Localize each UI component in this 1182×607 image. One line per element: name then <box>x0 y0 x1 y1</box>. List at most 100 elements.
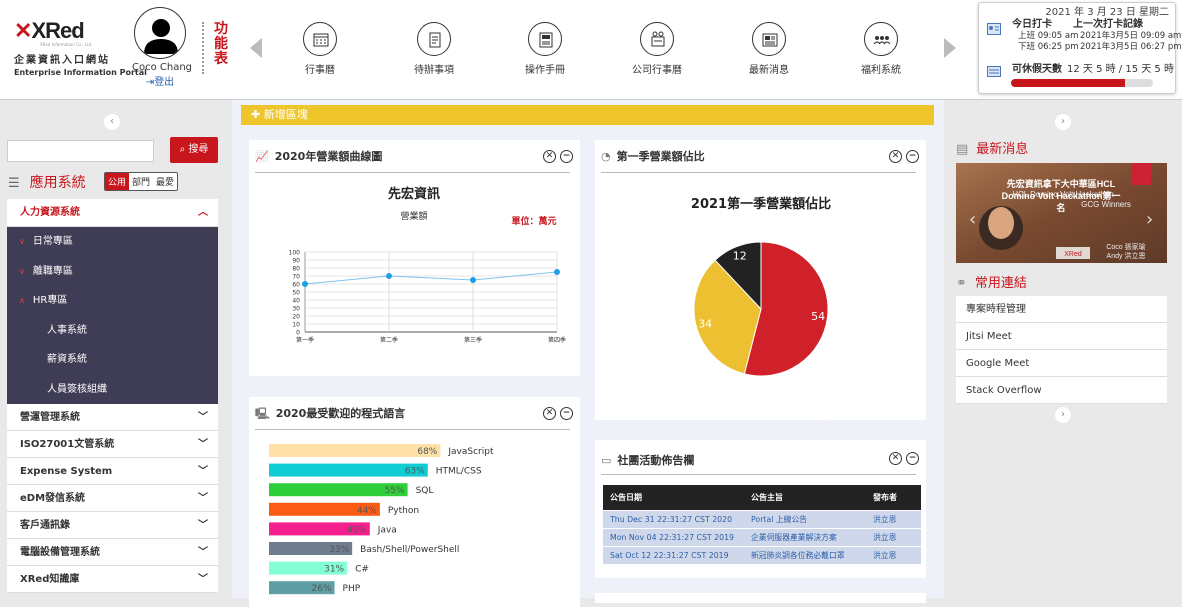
table-cell: Thu Dec 31 22:31:27 CST 2020 <box>610 515 733 524</box>
link-item[interactable]: 專案時程管理 <box>956 296 1167 323</box>
today-off-time: 下班 06:25 pm <box>1018 42 1079 52</box>
func-label: 操作手冊 <box>525 65 565 76</box>
today-punch-label: 今日打卡 <box>1012 19 1052 30</box>
pie-chart-panel: ◔第一季營業額佔比 ✕− 2021第一季營業額佔比543412單位：萬元Domi… <box>595 140 926 420</box>
nav-item[interactable]: 營運管理系統 ﹀ <box>7 404 218 431</box>
table-row[interactable]: Thu Dec 31 22:31:27 CST 2020 Portal 上線公告 洪… <box>603 511 921 528</box>
func-benefits[interactable]: 福利系統 <box>846 22 916 76</box>
close-icon[interactable]: ✕ <box>889 452 902 465</box>
nav-item[interactable]: 客戶通訊錄 ﹀ <box>7 512 218 539</box>
portal-title: 企業資訊入口網站 <box>14 55 110 66</box>
filter-favorite[interactable]: 最愛 <box>153 173 178 190</box>
minimize-icon[interactable]: − <box>906 150 919 163</box>
filter-public[interactable]: 公用 <box>105 173 130 190</box>
filter-department[interactable]: 部門 <box>129 173 154 190</box>
sidebar-collapse-button[interactable]: ‹ <box>104 114 120 130</box>
table-cell: Mon Nov 04 22:31:27 CST 2019 <box>610 533 734 542</box>
news-carousel[interactable]: HCL Domino Volt Hackathon GCG Winners XR… <box>956 163 1167 263</box>
data-point <box>386 273 392 279</box>
app-nav: 人力資源系統 ︿ ∨ 日常專區 ∨ 離職專區 ∧ HR專區 人事系統 薪資系統 人員簽核… <box>7 199 218 593</box>
y-tick-label: 30 <box>292 306 300 313</box>
apps-title: ☰ 應用系統 <box>8 175 86 191</box>
func-todo[interactable]: 待辦事項 <box>399 22 469 76</box>
func-prev-arrow[interactable] <box>250 38 262 58</box>
link-item[interactable]: Stack Overflow <box>956 377 1167 404</box>
svg-text:Andy 洪立恩: Andy 洪立恩 <box>1107 251 1146 260</box>
search-button[interactable]: ⌕ 搜尋 <box>170 137 218 163</box>
func-next-arrow[interactable] <box>944 38 956 58</box>
calendar-leave-icon <box>987 66 1001 77</box>
logo-mark: ✕XRed <box>14 18 85 43</box>
panel-controls: ✕ − <box>889 452 919 465</box>
nav-item-hr[interactable]: 人力資源系統 ︿ <box>7 199 218 227</box>
manual-icon <box>528 22 562 56</box>
link-item[interactable]: Google Meet <box>956 350 1167 377</box>
link-icon: ⚭ <box>956 276 967 291</box>
func-manual[interactable]: 操作手冊 <box>510 22 580 76</box>
link-item[interactable]: Jitsi Meet <box>956 323 1167 350</box>
chevron-down-icon: ﹀ <box>198 493 208 504</box>
nav-item[interactable]: 電腦設備管理系統 ﹀ <box>7 539 218 566</box>
user-box: Coco Chang ⇥登出 <box>132 7 192 88</box>
sub-item-approval-org[interactable]: 人員簽核組織 <box>7 375 218 405</box>
sub-item-leave[interactable]: ∨ 離職專區 <box>7 257 218 287</box>
sub-item-hr[interactable]: ∧ HR專區 <box>7 286 218 316</box>
svg-text:先宏資訊拿下大中華區HCL: 先宏資訊拿下大中華區HCL <box>1007 178 1116 189</box>
pie-chart-icon: ◔ <box>601 150 611 163</box>
plus-icon: ✚ <box>251 108 261 121</box>
nav-item[interactable]: eDM發信系統 ﹀ <box>7 485 218 512</box>
logo-small-text: XRed Information Co., Ltd. <box>40 42 93 47</box>
minimize-icon[interactable]: − <box>906 452 919 465</box>
add-block-button[interactable]: ✚ 新增區塊 <box>241 105 934 125</box>
search-input[interactable] <box>7 140 154 162</box>
y-tick-label: 90 <box>292 258 300 265</box>
table-cell: Portal 上線公告 <box>751 515 808 524</box>
bar <box>269 444 441 457</box>
main-content: ✚ 新增區塊 📈 2020年營業額曲線圖 ✕ − 先宏資訊 營業額 單位：萬元 0 10 20… <box>232 100 944 607</box>
minimize-icon[interactable]: − <box>560 150 573 163</box>
bar-category-label: HTML/CSS <box>436 467 482 477</box>
nav-item[interactable]: Expense System ﹀ <box>7 458 218 485</box>
slice-label: 54 <box>811 310 825 323</box>
right-collapse-button[interactable]: › <box>1055 114 1071 130</box>
sub-item-personnel[interactable]: 人事系統 <box>7 316 218 346</box>
line-chart: 先宏資訊營業額 單位：萬元 0102030405060708090100 第一季 第二季… <box>289 186 566 344</box>
company-logo[interactable]: ✕XRed XRed Information Co., Ltd. 企業資訊入口網… <box>14 18 147 77</box>
chevron-right-icon: › <box>1061 116 1065 127</box>
func-label: 公司行事曆 <box>632 65 682 76</box>
close-icon[interactable]: ✕ <box>889 150 902 163</box>
bar-category-label: Java <box>377 525 397 535</box>
func-company-calendar[interactable]: 公司行事曆 <box>622 22 692 76</box>
func-news[interactable]: 最新消息 <box>734 22 804 76</box>
minimize-icon[interactable]: − <box>560 407 573 420</box>
table-row[interactable]: Mon Nov 04 22:31:27 CST 2019 企業伺服器產業解決方案 洪… <box>603 529 921 546</box>
nav-item[interactable]: ISO27001文管系統 ﹀ <box>7 431 218 458</box>
chevron-down-icon: ﹀ <box>198 574 208 585</box>
attendance-widget: 2021 年 3 月 23 日 星期二 今日打卡 上一次打卡記錄 上班 09:0… <box>978 2 1182 94</box>
links-more-button[interactable]: › <box>1055 407 1071 423</box>
avatar[interactable] <box>134 7 186 59</box>
svg-text:Coco 張家瑜: Coco 張家瑜 <box>1106 242 1145 251</box>
bar-category-label: Python <box>388 506 419 516</box>
func-calendar[interactable]: 行事曆 <box>285 22 355 76</box>
sub-item-daily[interactable]: ∨ 日常專區 <box>7 227 218 257</box>
chevron-down-icon: ∨ <box>19 237 25 246</box>
board-table: 公告日期 公告主旨 發布者 Thu Dec 31 22:31:27 CST 20… <box>603 485 921 564</box>
data-point <box>302 281 308 287</box>
chevron-up-icon: ∧ <box>19 296 25 305</box>
nav-item[interactable]: XRed知識庫 ﹀ <box>7 566 218 593</box>
bar-category-label: SQL <box>416 486 434 496</box>
line-chart-icon: 📈 <box>255 150 269 163</box>
y-tick-label: 50 <box>292 290 300 297</box>
close-icon[interactable]: ✕ <box>543 150 556 163</box>
panel-title: 🖳 2020最受歡迎的程式語言 <box>255 405 405 424</box>
svg-text:名: 名 <box>1056 202 1065 213</box>
logout-link[interactable]: ⇥登出 <box>132 73 188 88</box>
sidebar: ‹ ⌕ 搜尋 ☰ 應用系統 公用 部門 最愛 人力資源系統 ︿ ∨ 日常專區 ∨ 離職專… <box>0 100 232 598</box>
close-icon[interactable]: ✕ <box>543 407 556 420</box>
y-tick-label: 60 <box>292 282 300 289</box>
calendar-icon <box>303 22 337 56</box>
table-row[interactable]: Sat Oct 12 22:31:27 CST 2019 新冠肺炎調各位務必戴口罩… <box>603 547 921 564</box>
leave-progress-fill <box>1011 79 1125 87</box>
sub-item-salary[interactable]: 薪資系統 <box>7 345 218 375</box>
